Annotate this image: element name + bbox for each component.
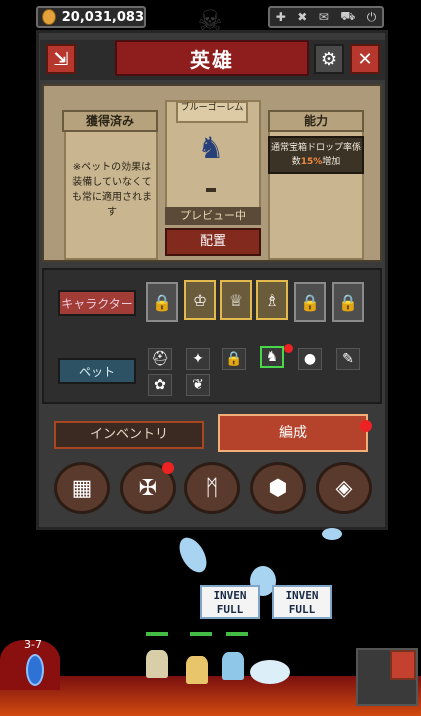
hero-hp-bar [146,632,168,636]
preview-label: プレビュー中 [165,207,261,225]
system-icons: ✚ ✖ ✉ ⛟ ⏻ [268,6,384,28]
blue-golem-sprite: ♞ [197,131,225,166]
ability-text-suffix: 増加 [322,157,341,167]
character-slot-locked[interactable]: 🔒 [332,282,364,322]
new-notification-dot [284,344,293,353]
bluebow-pet-icon: ✿ [154,377,166,393]
witch-portrait-icon: ♕ [228,290,244,310]
pet-effect-note: ※ペットの効果は装備していなくても常に適用されます [72,162,152,218]
hero-sprite [222,652,244,680]
helmet-pet-icon: ⛑ [151,351,169,367]
ability-percent: 15% [300,157,323,167]
gold-counter: 20,031,083 [36,6,146,28]
lock-icon: 🔒 [338,292,358,312]
menu-gem-button[interactable]: ◈ [316,462,372,514]
formation-tab[interactable]: 編成 [218,414,368,452]
pet-slot-blue-golem[interactable]: ♞ [260,346,284,368]
pet-slot-lock[interactable]: 🔒 [222,348,246,370]
pet-slot-bluebow[interactable]: ✿ [148,374,172,396]
box-icon: ⬢ [268,475,288,501]
priest-portrait-icon: ♗ [264,290,280,310]
settings-button[interactable]: ⚙ [314,44,344,74]
lock-icon: 🔒 [300,292,320,312]
stage-number: 3-7 [24,638,42,651]
water-splash [322,528,342,540]
close-button[interactable]: ✕ [350,44,380,74]
character-tab[interactable]: キャラクター [58,290,136,316]
exit-icon: ⇲ [53,48,69,70]
rune-icon: ᛗ [205,475,219,501]
close-icon: ✕ [357,48,373,70]
menu-chest-button[interactable]: ▦ [54,462,110,514]
gear-icon: ⚙ [320,48,338,70]
exit-button[interactable]: ⇲ [46,44,76,74]
character-slot-knight[interactable]: ♔ [184,280,216,320]
character-slot-priest[interactable]: ♗ [256,280,288,320]
mail-icon[interactable]: ✉ [319,10,329,24]
feather-pet-icon: ✎ [342,351,354,367]
mute-icon[interactable]: ✖ [297,10,307,24]
blue-golem-pet-icon: ♞ [265,349,279,365]
inventory-full-bubble: INVEN FULL [200,585,260,619]
menu-box-button[interactable]: ⬢ [250,462,306,514]
page-title: 英雄 [115,40,309,76]
portal-icon [26,654,44,686]
menu-rune-button[interactable]: ᛗ [184,462,240,514]
bubble-line: INVEN [285,589,319,602]
pet-slot-blackball[interactable]: ● [298,348,322,370]
lock-pet-icon: 🔒 [225,351,243,367]
pet-shadow [206,188,216,192]
pet-slot-imp[interactable]: ✦ [186,348,210,370]
character-slot-locked[interactable]: 🔒 [294,282,326,322]
character-slot-locked[interactable]: 🔒 [146,282,178,322]
pet-name: ブルーゴーレム [176,101,248,123]
redbird-pet-icon: ❦ [192,377,204,393]
new-notification-dot [360,420,372,432]
cart-icon[interactable]: ⛟ [340,9,355,25]
hero-sprite [146,650,168,678]
pin-icon[interactable]: ✚ [276,10,286,24]
pet-slot-helmet[interactable]: ⛑ [148,348,172,370]
inventory-tab[interactable]: インベントリ [54,421,204,449]
water-splash [250,660,290,684]
ability-column [268,110,364,260]
hero-sprite [186,656,208,684]
inventory-full-bubble: INVEN FULL [272,585,332,619]
ability-header: 能力 [268,110,364,132]
bubble-line: INVEN [213,589,247,602]
gold-amount: 20,031,083 [61,9,144,25]
bubble-line: FULL [288,603,316,616]
character-slot-witch[interactable]: ♕ [220,280,252,320]
pet-slot-feather[interactable]: ✎ [336,348,360,370]
new-notification-dot [162,462,174,474]
acquired-header: 獲得済み [62,110,158,132]
hero-hp-bar [226,632,248,636]
hero-hp-bar [190,632,212,636]
cross-icon: ✠ [138,475,158,501]
pet-tab[interactable]: ペット [58,358,136,384]
pet-slot-redbird[interactable]: ❦ [186,374,210,396]
blackball-pet-icon: ● [303,351,317,367]
boss-tower-icon[interactable] [390,650,416,680]
lock-icon: 🔒 [152,292,172,312]
coin-icon [42,9,56,25]
ability-description: 通常宝箱ドロップ率係数15%増加 [268,136,364,174]
knight-portrait-icon: ♔ [192,290,208,310]
bubble-line: FULL [216,603,244,616]
blue-gem-icon: ◈ [335,475,353,501]
power-icon[interactable]: ⏻ [367,10,377,25]
chest-icon: ▦ [71,475,93,501]
equip-button[interactable]: 配置 [165,228,261,256]
imp-pet-icon: ✦ [192,351,204,367]
